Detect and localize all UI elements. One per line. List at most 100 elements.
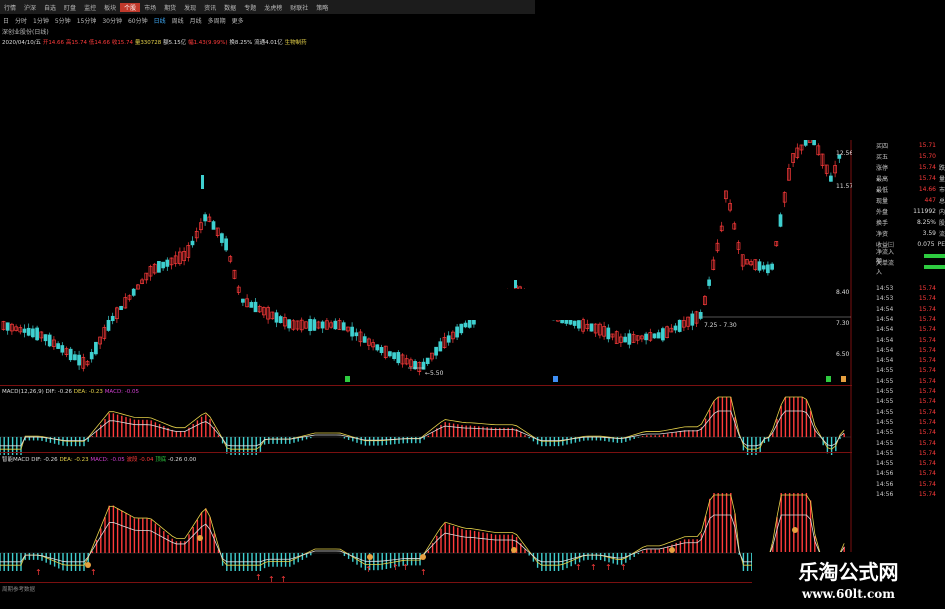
candle-body	[31, 328, 35, 338]
quote-value: 111992	[913, 208, 936, 215]
tick-time: 14:54	[876, 326, 894, 334]
tick-row: 14:55 15.74	[852, 460, 945, 470]
buy-arrow: ↑	[620, 563, 627, 572]
smacd-name: 智能MACD	[2, 457, 30, 463]
tick-row: 14:54 15.74	[852, 306, 945, 316]
tick-time: 14:55	[876, 460, 894, 468]
tick-row: 14:54 15.74	[852, 316, 945, 326]
tick-price: 15.74	[918, 315, 936, 323]
candle-body	[707, 279, 711, 286]
candle-body	[220, 233, 224, 243]
tick-time: 14:55	[876, 398, 894, 406]
quote-extra: 跌	[939, 165, 945, 172]
quote-row: 大单流入	[852, 260, 945, 276]
candle-body	[22, 328, 27, 333]
candle-body	[274, 312, 279, 323]
candle-body	[761, 265, 766, 270]
tick-time: 14:54	[876, 336, 894, 344]
candle-body	[770, 263, 774, 270]
tick-price: 15.74	[918, 491, 936, 498]
candle-body	[652, 333, 657, 339]
candle-body	[677, 319, 682, 332]
flow-bar	[924, 253, 945, 258]
tick-row: 14:55 15.74	[852, 419, 945, 429]
buy-arrow: ↑	[590, 563, 597, 572]
quote-row: 净资 3.59 流	[852, 228, 945, 239]
pane-divider	[0, 582, 852, 583]
macd-dea: DEA: -0.23	[73, 389, 103, 395]
tick-price: 15.74	[918, 326, 936, 334]
candle-body	[320, 321, 325, 329]
candle-body	[656, 332, 661, 339]
candle-body	[606, 327, 611, 340]
flow-bar	[924, 264, 945, 269]
tick-row: 14:55 15.74	[852, 378, 945, 388]
signal-dot	[669, 547, 675, 553]
price-axis-label: 6.50	[836, 351, 850, 358]
candle-body	[190, 240, 195, 246]
candle-body	[778, 214, 783, 227]
quote-extra: 股	[939, 220, 945, 227]
quote-value: 15.71	[918, 142, 936, 149]
candle-body	[375, 344, 380, 351]
quote-label: 买四	[876, 143, 889, 150]
quote-row: 买五 15.70	[852, 151, 945, 162]
tick-row: 14:53 15.74	[852, 295, 945, 305]
quote-extra: 内	[939, 209, 945, 216]
price-axis-label: 11.57	[836, 183, 852, 190]
candle-body	[201, 175, 204, 189]
quote-label: 现量	[876, 198, 889, 205]
tick-time: 14:56	[876, 470, 894, 478]
tick-time: 14:55	[876, 429, 894, 437]
candle-body	[47, 334, 52, 347]
candle-body	[211, 221, 216, 230]
smacd-extra3: 顶底	[155, 457, 167, 463]
tick-price: 15.74	[918, 460, 936, 468]
tick-price: 15.74	[918, 295, 936, 303]
candle-body	[333, 320, 338, 330]
candle-body	[766, 264, 770, 274]
pane-divider	[0, 385, 852, 386]
candle-body	[757, 261, 762, 271]
candle-body	[434, 346, 438, 356]
candle-body	[803, 138, 808, 146]
candle-body	[110, 315, 115, 322]
signal-dot	[511, 547, 517, 553]
candle-body	[425, 357, 430, 364]
quote-label: 大单流入	[876, 259, 895, 276]
quote-label: 外盘	[876, 209, 889, 216]
tick-time: 14:54	[876, 315, 894, 323]
candle-body	[60, 345, 65, 353]
candle-body	[362, 336, 367, 343]
tick-time: 14:53	[876, 285, 894, 292]
tick-price: 15.74	[918, 357, 936, 365]
buy-arrow: ↑	[420, 568, 427, 577]
candle-body	[249, 302, 254, 308]
tick-price: 15.74	[918, 449, 936, 457]
quote-label: 最高	[876, 176, 889, 183]
buy-arrow: ↑	[392, 563, 399, 572]
candle-body	[463, 322, 468, 328]
macd-name: MACD(12,26,9)	[2, 389, 44, 395]
buy-arrow: ↑	[365, 565, 372, 574]
signal-dot	[420, 554, 426, 560]
range-label: 7.25 - 7.30	[704, 322, 737, 329]
tick-row: 14:53 15.74	[852, 285, 945, 295]
buy-arrow: ↑	[90, 568, 97, 577]
tick-price: 15.74	[918, 429, 936, 437]
smacd-extra2: -0.04	[139, 457, 154, 463]
tick-time: 14:53	[876, 295, 894, 303]
buy-arrow: ↑	[255, 573, 262, 582]
tick-time: 14:56	[876, 491, 894, 498]
redacted-area	[535, 0, 945, 140]
tick-row: 14:56 15.74	[852, 481, 945, 491]
tick-price: 15.74	[918, 346, 936, 354]
candle-body	[388, 351, 392, 357]
quote-value: 8.25%	[916, 219, 936, 226]
signal-dot	[197, 535, 203, 541]
candle-body	[438, 341, 443, 352]
quote-row: 买四 15.71	[852, 140, 945, 151]
quote-value: 15.70	[918, 153, 936, 160]
tick-time: 14:55	[876, 377, 894, 385]
quote-value: 3.59	[922, 230, 936, 237]
